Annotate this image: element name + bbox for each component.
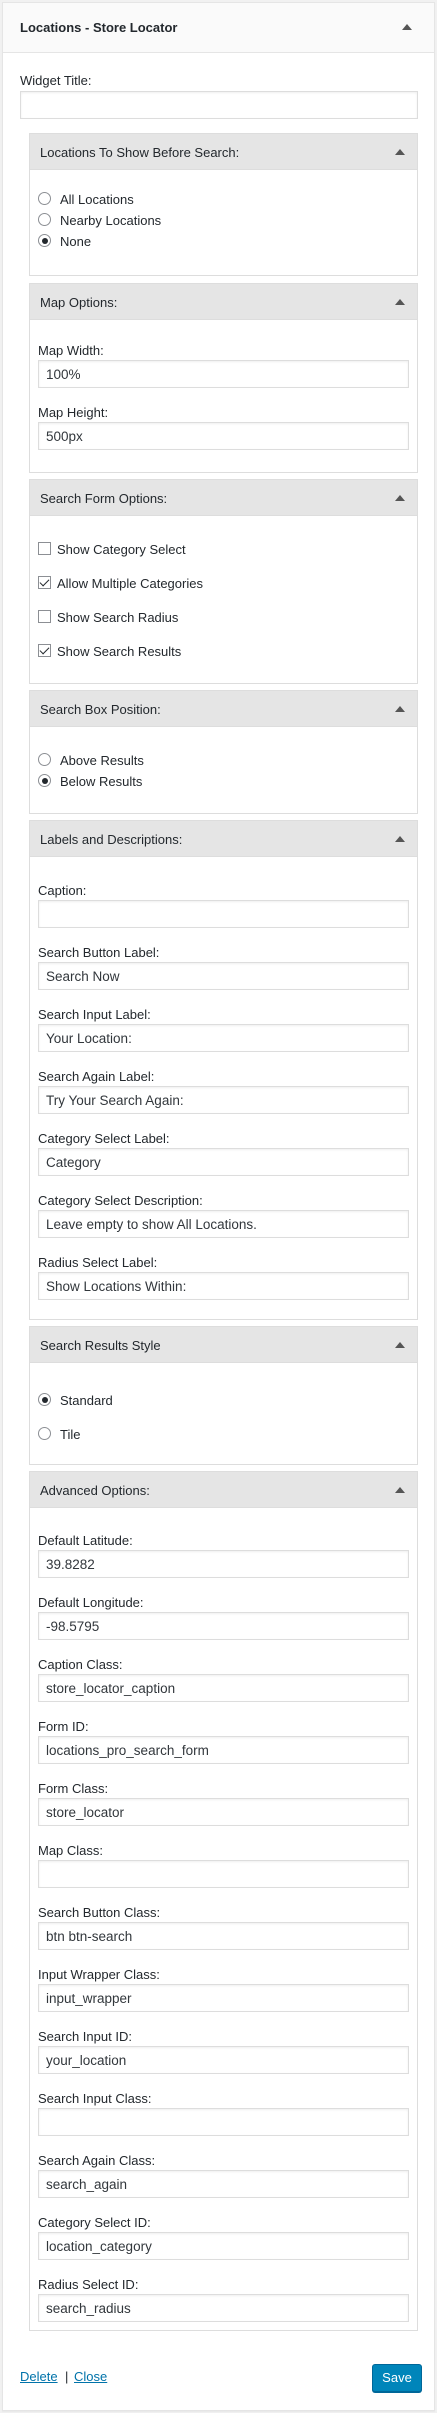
- category-select-description-input[interactable]: [38, 1210, 409, 1238]
- form-id-input[interactable]: [38, 1736, 409, 1764]
- radio-below-results[interactable]: [38, 774, 51, 787]
- radio-nearby-locations-label: Nearby Locations: [60, 213, 162, 228]
- widget-title-input[interactable]: [20, 91, 418, 119]
- radius-select-label-input[interactable]: [38, 1272, 409, 1300]
- triangle-up-icon[interactable]: [395, 1342, 405, 1348]
- checkbox-show-search-radius[interactable]: [38, 610, 51, 623]
- results-style-header[interactable]: Search Results Style: [30, 1327, 417, 1363]
- form-class-label: Form Class:: [38, 1781, 109, 1796]
- search-input-label-input[interactable]: [38, 1024, 409, 1052]
- category-select-label-input[interactable]: [38, 1148, 409, 1176]
- search-form-header[interactable]: Search Form Options:: [30, 480, 417, 516]
- triangle-up-icon[interactable]: [402, 24, 412, 30]
- search-again-label-input[interactable]: [38, 1086, 409, 1114]
- triangle-up-icon[interactable]: [395, 495, 405, 501]
- map-width-input[interactable]: [38, 360, 409, 388]
- save-button[interactable]: Save: [372, 2364, 422, 2392]
- footer-separator: |: [65, 2369, 69, 2384]
- search-again-label-label: Search Again Label:: [38, 1069, 155, 1084]
- radio-nearby-locations[interactable]: [38, 213, 51, 226]
- default-latitude-label: Default Latitude:: [38, 1533, 133, 1548]
- checkbox-show-search-radius-label: Show Search Radius: [57, 610, 179, 625]
- map-options-header[interactable]: Map Options:: [30, 284, 417, 320]
- search-box-position-section: Search Box Position:: [29, 690, 418, 814]
- radio-tile-label: Tile: [60, 1427, 81, 1442]
- triangle-up-icon[interactable]: [395, 149, 405, 155]
- labels-section-header[interactable]: Labels and Descriptions:: [30, 821, 417, 857]
- search-input-id-label: Search Input ID:: [38, 2029, 132, 2044]
- search-button-label-input[interactable]: [38, 962, 409, 990]
- close-link[interactable]: Close: [74, 2369, 107, 2384]
- default-longitude-input[interactable]: [38, 1612, 409, 1640]
- caption-input[interactable]: [38, 900, 409, 928]
- caption-class-input[interactable]: [38, 1674, 409, 1702]
- radio-none[interactable]: [38, 234, 51, 247]
- store-locator-widget: Locations - Store Locator Widget Title: …: [2, 2, 435, 2411]
- radio-all-locations-label: All Locations: [60, 192, 134, 207]
- caption-label: Caption:: [38, 883, 87, 898]
- checkbox-allow-multiple-categories-label: Allow Multiple Categories: [57, 576, 203, 591]
- search-button-label-label: Search Button Label:: [38, 945, 160, 960]
- search-input-class-label: Search Input Class:: [38, 2091, 152, 2106]
- locations-section-header[interactable]: Locations To Show Before Search:: [30, 134, 417, 170]
- category-select-label-label: Category Select Label:: [38, 1131, 170, 1146]
- delete-link[interactable]: Delete: [20, 2369, 58, 2384]
- search-again-class-input[interactable]: [38, 2170, 409, 2198]
- widget-header[interactable]: Locations - Store Locator: [3, 3, 434, 53]
- map-class-label: Map Class:: [38, 1843, 104, 1858]
- caption-class-label: Caption Class:: [38, 1657, 123, 1672]
- map-options-title: Map Options:: [40, 295, 118, 310]
- radio-above-results-label: Above Results: [60, 753, 144, 768]
- form-id-label: Form ID:: [38, 1719, 89, 1734]
- radio-above-results[interactable]: [38, 753, 51, 766]
- triangle-up-icon[interactable]: [395, 836, 405, 842]
- search-button-class-label: Search Button Class:: [38, 1905, 161, 1920]
- triangle-up-icon[interactable]: [395, 1487, 405, 1493]
- form-class-input[interactable]: [38, 1798, 409, 1826]
- locations-section-title: Locations To Show Before Search:: [40, 145, 240, 160]
- triangle-up-icon[interactable]: [395, 299, 405, 305]
- search-again-class-label: Search Again Class:: [38, 2153, 156, 2168]
- category-select-id-input[interactable]: [38, 2232, 409, 2260]
- radius-select-id-label: Radius Select ID:: [38, 2277, 139, 2292]
- labels-section-title: Labels and Descriptions:: [40, 832, 183, 847]
- radio-none-label: None: [60, 234, 92, 249]
- radio-all-locations[interactable]: [38, 192, 51, 205]
- input-wrapper-class-input[interactable]: [38, 1984, 409, 2012]
- checkbox-show-search-results-label: Show Search Results: [57, 644, 182, 659]
- search-box-position-title: Search Box Position:: [40, 702, 161, 717]
- widget-title-label: Widget Title:: [20, 73, 92, 88]
- checkbox-show-category-select-label: Show Category Select: [57, 542, 186, 557]
- category-select-description-label: Category Select Description:: [38, 1193, 203, 1208]
- checkbox-allow-multiple-categories[interactable]: [38, 576, 51, 589]
- map-height-label: Map Height:: [38, 405, 109, 420]
- search-input-class-input[interactable]: [38, 2108, 409, 2136]
- advanced-options-title: Advanced Options:: [40, 1483, 150, 1498]
- results-style-title: Search Results Style: [40, 1338, 161, 1353]
- input-wrapper-class-label: Input Wrapper Class:: [38, 1967, 160, 1982]
- widget-header-title: Locations - Store Locator: [20, 20, 178, 35]
- map-width-label: Map Width:: [38, 343, 104, 358]
- search-form-title: Search Form Options:: [40, 491, 168, 506]
- category-select-id-label: Category Select ID:: [38, 2215, 151, 2230]
- radio-standard[interactable]: [38, 1393, 51, 1406]
- map-height-input[interactable]: [38, 422, 409, 450]
- radius-select-label-label: Radius Select Label:: [38, 1255, 158, 1270]
- radio-below-results-label: Below Results: [60, 774, 143, 789]
- advanced-options-header[interactable]: Advanced Options:: [30, 1472, 417, 1508]
- checkbox-show-category-select[interactable]: [38, 542, 51, 555]
- search-button-class-input[interactable]: [38, 1922, 409, 1950]
- radio-tile[interactable]: [38, 1427, 51, 1440]
- checkbox-show-search-results[interactable]: [38, 644, 51, 657]
- triangle-up-icon[interactable]: [395, 706, 405, 712]
- default-latitude-input[interactable]: [38, 1550, 409, 1578]
- search-box-position-header[interactable]: Search Box Position:: [30, 691, 417, 727]
- search-input-id-input[interactable]: [38, 2046, 409, 2074]
- map-class-input[interactable]: [38, 1860, 409, 1888]
- default-longitude-label: Default Longitude:: [38, 1595, 144, 1610]
- search-input-label-label: Search Input Label:: [38, 1007, 151, 1022]
- radio-standard-label: Standard: [60, 1393, 113, 1408]
- radius-select-id-input[interactable]: [38, 2294, 409, 2322]
